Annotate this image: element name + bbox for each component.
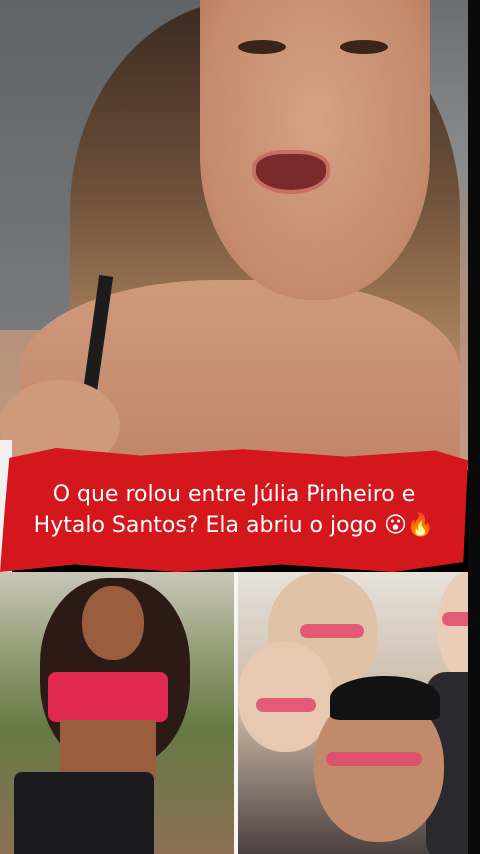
photo-group-selfie <box>238 572 480 854</box>
face <box>82 586 144 660</box>
face <box>200 0 430 300</box>
pink-top <box>48 672 168 722</box>
mouth <box>252 150 330 194</box>
video-frame-woman-talking[interactable] <box>0 0 468 470</box>
left-eye <box>238 40 286 54</box>
photo-girl-pink-top <box>0 572 234 854</box>
headline-text: O que rolou entre Júlia Pinheiro e Hytal… <box>33 482 435 538</box>
pink-face-paint <box>256 698 316 712</box>
right-eye <box>340 40 388 54</box>
headline-banner: O que rolou entre Júlia Pinheiro e Hytal… <box>0 448 468 572</box>
black-cap <box>330 676 440 720</box>
jeans <box>14 772 154 854</box>
midriff <box>60 720 156 780</box>
frame-edge <box>468 0 480 854</box>
pink-face-paint <box>326 752 422 766</box>
pink-face-paint <box>300 624 364 638</box>
